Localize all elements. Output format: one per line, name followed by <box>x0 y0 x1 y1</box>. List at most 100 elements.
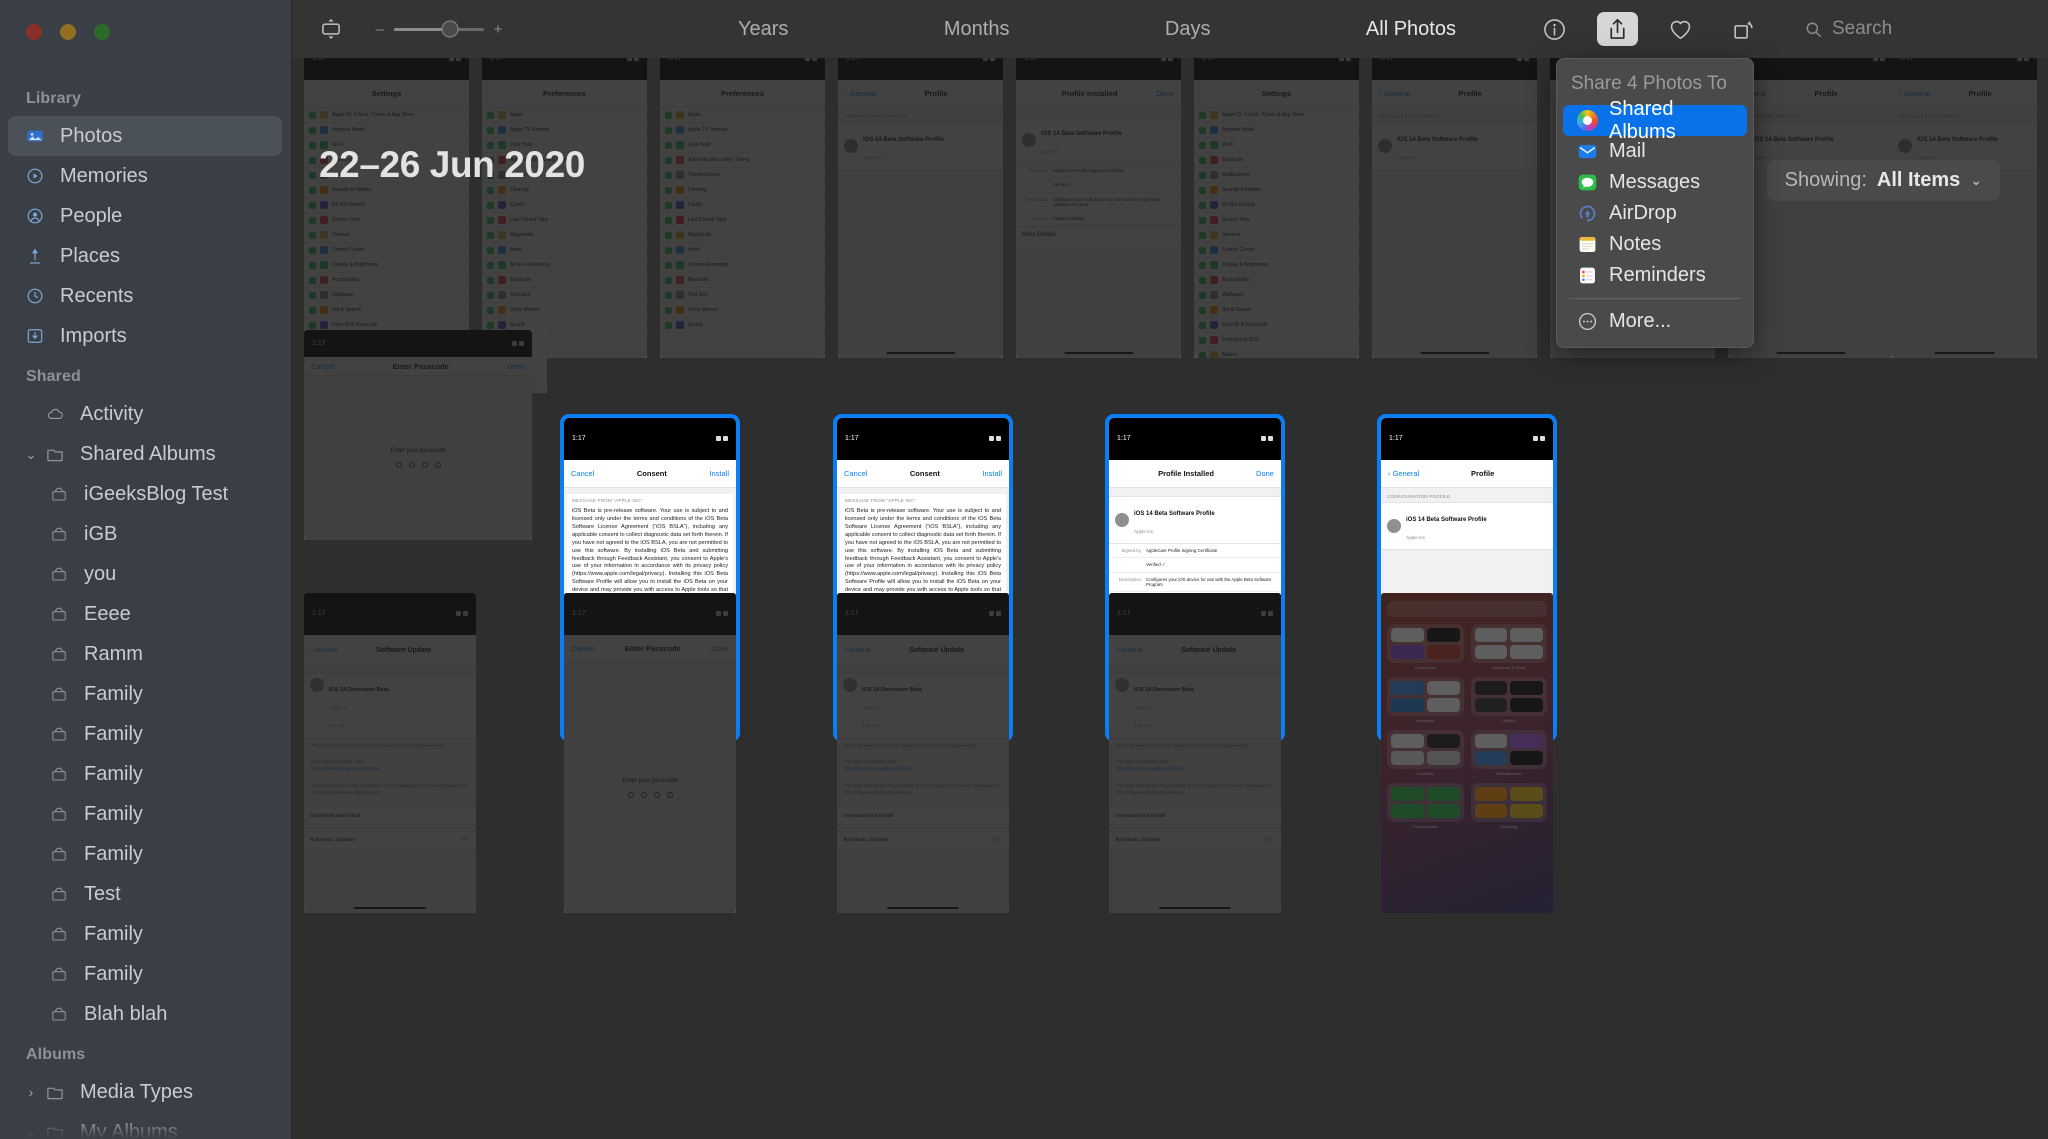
row-toggle[interactable] <box>487 246 494 254</box>
row-toggle[interactable] <box>665 141 672 149</box>
sidebar-item-people[interactable]: People <box>0 196 292 236</box>
update-link[interactable]: https://developer.apple.com/iOS14 <box>1116 766 1185 771</box>
sidebar-item-my-albums[interactable]: ⌄ My Albums <box>0 1112 292 1139</box>
sidebar-item-memories[interactable]: Memories <box>0 156 292 196</box>
minimize-button[interactable] <box>60 24 76 40</box>
settings-row[interactable]: Magnitude <box>482 228 647 244</box>
row-toggle[interactable] <box>665 156 672 164</box>
photo-thumbnail[interactable]: 1:17 Preferences Apple Apple TV Remote Lock … <box>482 58 647 358</box>
row-toggle[interactable] <box>1199 306 1206 314</box>
share-menu-item-messages[interactable]: Messages <box>1563 167 1747 198</box>
sidebar-item-family[interactable]: Family <box>0 954 292 994</box>
sidebar-item-igeeksblog-test[interactable]: iGeeksBlog Test <box>0 474 292 514</box>
back-button[interactable]: ‹ General <box>1115 647 1142 654</box>
settings-row[interactable]: Face ID & Passcode <box>1194 318 1359 334</box>
install-button[interactable]: Install <box>709 469 729 478</box>
cancel-button[interactable]: Cancel <box>571 644 594 653</box>
back-button[interactable]: ‹ General <box>1388 469 1419 478</box>
settings-row[interactable]: General <box>1194 228 1359 244</box>
home-folder[interactable]: Shopping <box>1470 783 1547 829</box>
settings-row[interactable]: Accessibility <box>1194 273 1359 289</box>
settings-row[interactable]: Tunnel Access <box>660 168 825 184</box>
done-button[interactable]: Done <box>507 362 525 371</box>
sidebar-item-family[interactable]: Family <box>0 914 292 954</box>
share-menu-item-airdrop[interactable]: AirDrop <box>1563 198 1747 229</box>
zoom-slider-knob[interactable] <box>441 20 459 38</box>
tab-all-photos[interactable]: All Photos <box>1350 13 1472 46</box>
sidebar-item-recents[interactable]: Recents <box>0 276 292 316</box>
row-toggle[interactable] <box>309 141 316 149</box>
sidebar-toggle-button[interactable] <box>318 0 344 58</box>
row-toggle[interactable] <box>487 231 494 239</box>
photo-thumbnail[interactable]: 1:17 Cancel Enter Passcode Done Enter your p… <box>304 330 532 540</box>
settings-row[interactable]: Clearing <box>660 183 825 199</box>
chevron-down-icon[interactable]: ⌄ <box>22 1124 40 1139</box>
settings-row[interactable]: Sound <box>660 318 825 334</box>
settings-row[interactable]: Wallpaper <box>304 288 469 304</box>
row-toggle[interactable] <box>1199 171 1206 179</box>
cancel-button[interactable]: Cancel <box>311 362 334 371</box>
settings-row[interactable]: Screen Time <box>1194 213 1359 229</box>
rotate-button[interactable] <box>1723 12 1764 46</box>
photo-thumbnail[interactable]: 1:17 Settings Apple ID, iCloud, iTunes & A… <box>304 58 469 358</box>
share-menu-item-shared-albums[interactable]: Shared Albums <box>1563 98 1747 143</box>
chevron-right-icon[interactable]: › <box>22 1084 40 1100</box>
zoom-button[interactable] <box>94 24 110 40</box>
download-install-row[interactable]: Download and Install <box>837 807 1009 826</box>
row-toggle[interactable] <box>309 201 316 209</box>
settings-row[interactable]: General <box>304 228 469 244</box>
home-folder[interactable]: Communicate <box>1387 783 1464 829</box>
settings-row[interactable]: Magnitude <box>660 228 825 244</box>
showing-filter-dropdown[interactable]: Showing: All Items ⌄ <box>1766 160 2000 201</box>
sidebar-item-ramm[interactable]: Ramm <box>0 634 292 674</box>
back-button[interactable]: ‹ General <box>1379 89 1410 98</box>
row-toggle[interactable] <box>665 216 672 224</box>
row-toggle[interactable] <box>487 276 494 284</box>
profile-card[interactable]: iOS 14 Beta Software Profile Apple Inc. <box>838 122 1003 171</box>
settings-row[interactable]: Do Not Disturb <box>304 198 469 214</box>
settings-row[interactable]: Clarity <box>482 198 647 214</box>
cancel-button[interactable]: Cancel <box>844 469 867 478</box>
back-button[interactable]: ‹ General <box>1899 89 1930 98</box>
row-toggle[interactable] <box>665 246 672 254</box>
sidebar-item-places[interactable]: Places <box>0 236 292 276</box>
settings-row[interactable]: Accessibility <box>304 273 469 289</box>
settings-row[interactable]: Siri & Search <box>1194 303 1359 319</box>
profile-card[interactable]: iOS 14 Beta Software Profile Apple Inc. <box>1381 502 1553 551</box>
sidebar-item-family[interactable]: Family <box>0 674 292 714</box>
row-toggle[interactable] <box>665 201 672 209</box>
photo-thumbnail[interactable]: Productivity Reference & Read Essentials Ut… <box>1381 593 1553 913</box>
settings-row[interactable]: Wallpaper <box>1194 288 1359 304</box>
row-toggle[interactable] <box>309 186 316 194</box>
row-toggle[interactable] <box>1199 246 1206 254</box>
sidebar-item-test[interactable]: Test <box>0 874 292 914</box>
share-button[interactable] <box>1597 12 1638 46</box>
settings-row[interactable]: Screen Time <box>304 213 469 229</box>
settings-row[interactable]: Initial <box>660 243 825 259</box>
settings-row[interactable]: Clarity <box>660 198 825 214</box>
zoom-out-label[interactable]: – <box>374 21 386 38</box>
settings-row[interactable]: Notifications <box>1194 168 1359 184</box>
row-toggle[interactable] <box>309 216 316 224</box>
back-button[interactable]: ‹ General <box>843 647 870 654</box>
row-toggle[interactable] <box>487 291 494 299</box>
zoom-in-label[interactable]: + <box>492 21 504 38</box>
back-button[interactable]: ‹ General <box>310 647 337 654</box>
row-toggle[interactable] <box>1199 186 1206 194</box>
home-folder[interactable]: Utilities <box>1470 677 1547 723</box>
sidebar-item-imports[interactable]: Imports <box>0 316 292 356</box>
row-toggle[interactable] <box>309 156 316 164</box>
settings-row[interactable]: Control Center <box>304 243 469 259</box>
row-toggle[interactable] <box>665 321 672 329</box>
tab-years[interactable]: Years <box>722 13 804 46</box>
update-link[interactable]: https://developer.apple.com/iOS14 <box>844 766 913 771</box>
done-button[interactable]: Done <box>1156 89 1174 98</box>
settings-row[interactable]: Display & Brightness <box>304 258 469 274</box>
sidebar-item-family[interactable]: Family <box>0 714 292 754</box>
settings-row[interactable]: Wi-Fi <box>1194 138 1359 154</box>
row-toggle[interactable] <box>309 291 316 299</box>
home-folder[interactable]: Entertainment <box>1470 730 1547 776</box>
row-toggle[interactable] <box>1199 111 1206 119</box>
profile-card[interactable]: iOS 14 Beta Software Profile Apple Inc. <box>1372 122 1537 171</box>
settings-row[interactable]: Battery <box>1194 348 1359 358</box>
